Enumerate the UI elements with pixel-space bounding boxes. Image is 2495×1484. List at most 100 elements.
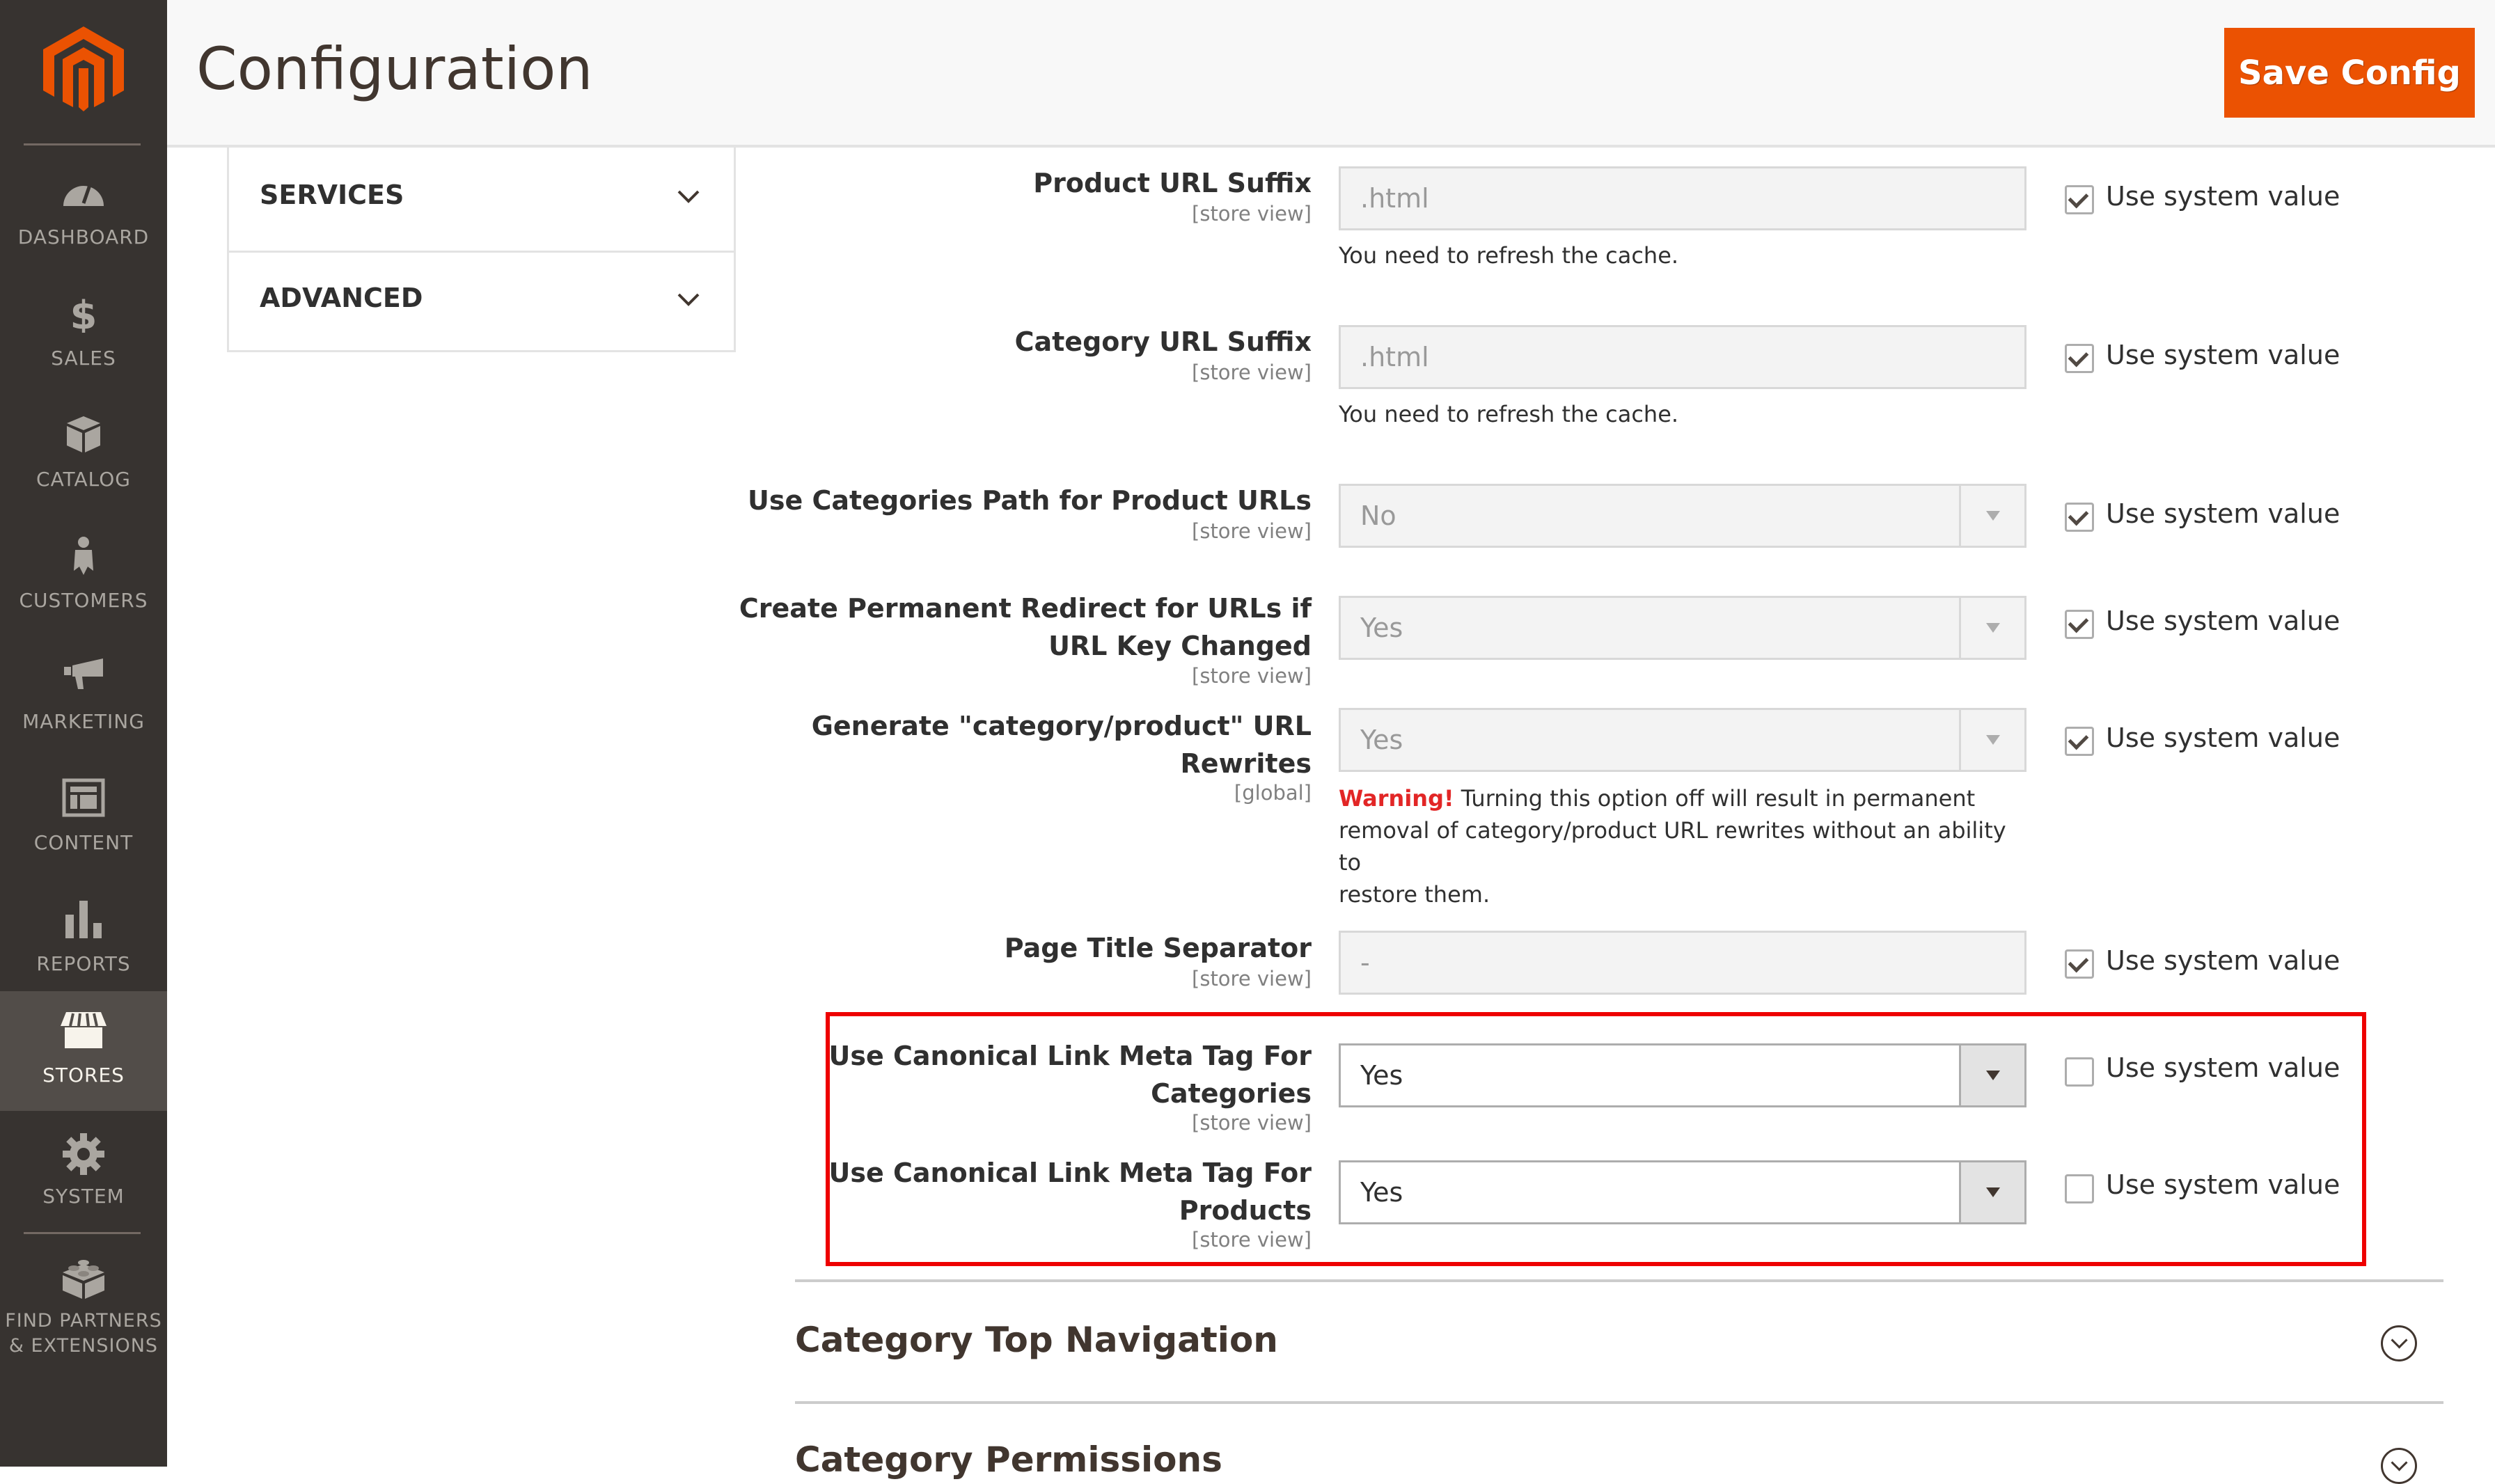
- use-system-value-label[interactable]: Use system value: [2106, 945, 2340, 976]
- config-tabs: SERVICES ADVANCED: [227, 148, 736, 352]
- sidebar-item-label: CUSTOMERS: [19, 589, 148, 612]
- sidebar-item-content[interactable]: CONTENT: [0, 759, 167, 878]
- field-label: Category URL Suffix: [1014, 326, 1312, 357]
- layout-icon: [62, 778, 105, 817]
- tab-advanced[interactable]: ADVANCED: [229, 251, 734, 354]
- admin-sidebar: DASHBOARD $ SALES CATALOG CUSTOMERS MARK…: [0, 0, 167, 1467]
- sidebar-item-label: MARKETING: [22, 710, 145, 733]
- use-system-value-label[interactable]: Use system value: [2106, 498, 2340, 529]
- box-icon: [67, 416, 100, 452]
- field-scope: [store view]: [1192, 202, 1312, 226]
- use-system-value-label[interactable]: Use system value: [2106, 181, 2340, 212]
- select-value: No: [1360, 500, 1396, 531]
- categories-path-select[interactable]: No: [1339, 484, 2026, 548]
- select-value: Yes: [1360, 725, 1403, 755]
- field-note: You need to refresh the cache.: [1339, 401, 1679, 427]
- field-label: Page Title Separator: [1004, 933, 1312, 963]
- dropdown-arrow-icon: [1959, 598, 2024, 658]
- tab-label: SERVICES: [260, 180, 404, 210]
- field-label: Generate "category/product" URL Rewrites: [811, 711, 1312, 779]
- permanent-redirect-select[interactable]: Yes: [1339, 596, 2026, 660]
- svg-text:$: $: [70, 294, 97, 333]
- sidebar-item-reports[interactable]: REPORTS: [0, 880, 167, 1000]
- lego-brick-icon: [63, 1260, 104, 1299]
- gear-icon: [63, 1133, 104, 1175]
- generate-url-rewrites-select[interactable]: Yes: [1339, 708, 2026, 772]
- field-note: You need to refresh the cache.: [1339, 242, 1679, 269]
- dropdown-arrow-icon: [1959, 1162, 2024, 1222]
- sidebar-item-label: SALES: [51, 347, 116, 370]
- use-system-value-checkbox[interactable]: [2065, 344, 2094, 373]
- person-icon: [74, 537, 93, 575]
- use-system-value-label[interactable]: Use system value: [2106, 1052, 2340, 1083]
- dropdown-arrow-icon: [1959, 1045, 2024, 1105]
- chevron-down-icon: [677, 293, 700, 306]
- sidebar-item-marketing[interactable]: MARKETING: [0, 638, 167, 757]
- sidebar-item-label: DASHBOARD: [17, 226, 150, 248]
- sidebar-item-find-partners[interactable]: FIND PARTNERS & EXTENSIONS: [0, 1239, 167, 1378]
- category-url-suffix-input[interactable]: .html: [1339, 325, 2026, 389]
- field-scope: [store view]: [1192, 361, 1312, 384]
- page-title: Configuration: [196, 35, 593, 103]
- use-system-value-checkbox[interactable]: [2065, 1174, 2094, 1203]
- megaphone-icon: [64, 658, 103, 689]
- dropdown-arrow-icon: [1959, 710, 2024, 770]
- expand-toggle-icon[interactable]: [2381, 1325, 2417, 1361]
- use-system-value-checkbox[interactable]: [2065, 1057, 2094, 1087]
- field-label: Use Categories Path for Product URLs: [748, 485, 1312, 516]
- section-category-top-navigation[interactable]: Category Top Navigation: [795, 1320, 1278, 1360]
- sidebar-item-label: CONTENT: [33, 831, 134, 854]
- page-title-separator-input[interactable]: -: [1339, 931, 2026, 995]
- tab-services[interactable]: SERVICES: [229, 148, 734, 253]
- field-label: Use Canonical Link Meta Tag For Products: [828, 1158, 1312, 1226]
- field-scope: [store view]: [1192, 967, 1312, 990]
- sidebar-divider: [24, 143, 141, 145]
- sidebar-divider: [24, 1232, 141, 1234]
- save-config-button[interactable]: Save Config: [2224, 28, 2475, 118]
- select-value: Yes: [1360, 1060, 1403, 1091]
- field-scope: [global]: [1234, 781, 1312, 805]
- field-label: Create Permanent Redirect for URLs if URL…: [739, 593, 1312, 661]
- use-system-value-checkbox[interactable]: [2065, 727, 2094, 756]
- dollar-icon: $: [70, 294, 97, 333]
- sidebar-item-sales[interactable]: $ SALES: [0, 274, 167, 394]
- field-scope: [store view]: [1192, 664, 1312, 688]
- use-system-value-label[interactable]: Use system value: [2106, 606, 2340, 636]
- sidebar-item-label: FIND PARTNERS & EXTENSIONS: [5, 1310, 162, 1357]
- select-value: Yes: [1360, 613, 1403, 643]
- sidebar-item-customers[interactable]: CUSTOMERS: [0, 516, 167, 636]
- use-system-value-label[interactable]: Use system value: [2106, 340, 2340, 370]
- use-system-value-label[interactable]: Use system value: [2106, 723, 2340, 753]
- use-system-value-checkbox[interactable]: [2065, 949, 2094, 979]
- sidebar-item-stores[interactable]: STORES: [0, 991, 167, 1111]
- dashboard-icon: [63, 184, 104, 206]
- sidebar-item-label: SYSTEM: [42, 1185, 125, 1208]
- select-value: Yes: [1360, 1177, 1403, 1208]
- product-url-suffix-input[interactable]: .html: [1339, 166, 2026, 230]
- field-scope: [store view]: [1192, 519, 1312, 543]
- sidebar-item-dashboard[interactable]: DASHBOARD: [0, 153, 167, 273]
- use-system-value-checkbox[interactable]: [2065, 503, 2094, 532]
- section-divider: [795, 1401, 2443, 1404]
- sidebar-item-label: CATALOG: [36, 468, 131, 491]
- chevron-down-icon: [677, 190, 700, 203]
- magento-logo-icon[interactable]: [43, 26, 124, 111]
- field-label: Use Canonical Link Meta Tag For Categorie…: [828, 1041, 1312, 1109]
- dropdown-arrow-icon: [1959, 486, 2024, 546]
- expand-toggle-icon[interactable]: [2381, 1448, 2417, 1484]
- warning-note: Warning! Turning this option off will re…: [1339, 785, 2006, 908]
- page-header: Configuration Save Config: [167, 0, 2495, 148]
- field-scope: [store view]: [1192, 1228, 1312, 1252]
- use-system-value-label[interactable]: Use system value: [2106, 1169, 2340, 1200]
- sidebar-item-label: STORES: [42, 1064, 125, 1087]
- field-label: Product URL Suffix: [1033, 168, 1312, 198]
- canonical-categories-select[interactable]: Yes: [1339, 1043, 2026, 1107]
- sidebar-item-catalog[interactable]: CATALOG: [0, 395, 167, 515]
- use-system-value-checkbox[interactable]: [2065, 610, 2094, 639]
- sidebar-item-system[interactable]: SYSTEM: [0, 1112, 167, 1232]
- use-system-value-checkbox[interactable]: [2065, 185, 2094, 214]
- tab-label: ADVANCED: [260, 283, 423, 313]
- canonical-products-select[interactable]: Yes: [1339, 1160, 2026, 1224]
- section-category-permissions[interactable]: Category Permissions: [795, 1439, 1222, 1480]
- field-scope: [store view]: [1192, 1111, 1312, 1135]
